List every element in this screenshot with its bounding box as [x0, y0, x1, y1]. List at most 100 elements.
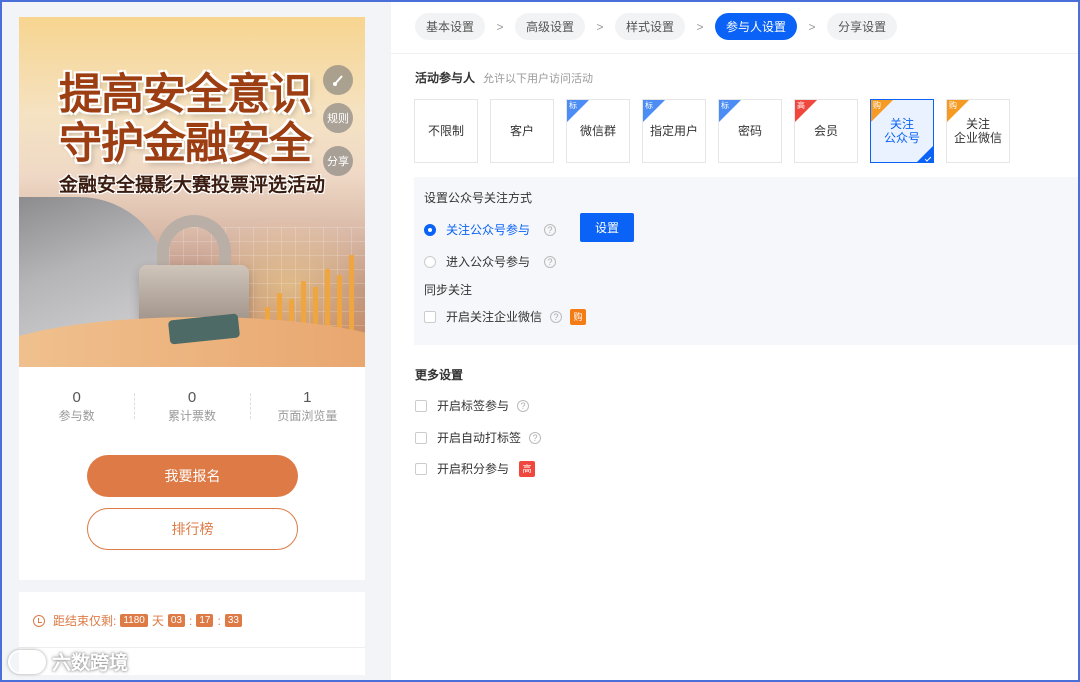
checkbox[interactable] [415, 399, 427, 412]
stat-label: 页面浏览量 [277, 409, 338, 423]
divider [391, 53, 1080, 54]
radio-follow-to-join[interactable]: 关注公众号参与 ? [424, 221, 557, 238]
step-basic[interactable]: 基本设置 [415, 13, 486, 40]
chevron-right-icon: > [808, 19, 816, 34]
chevron-right-icon: > [596, 19, 604, 34]
stats-row: 0 参与数 0 累计票数 1 页面浏览量 [19, 367, 365, 437]
banner-title-line2: 守护金融安全 [59, 119, 312, 169]
countdown-hours: 03 [167, 614, 185, 627]
radio-enter-to-join[interactable]: 进入公众号参与 ? [424, 253, 557, 270]
radio-button[interactable] [424, 255, 436, 268]
stats-card: 0 参与数 0 累计票数 1 页面浏览量 我要报名 排行榜 [19, 367, 365, 580]
corner-badge-text: 高 [797, 101, 805, 110]
chevron-right-icon: > [496, 19, 504, 34]
corner-badge-text: 购 [873, 101, 881, 110]
option-unrestricted[interactable]: 不限制 [414, 99, 478, 163]
leaderboard-button[interactable]: 排行榜 [87, 508, 298, 550]
option-customer[interactable]: 客户 [490, 99, 554, 163]
checkbox-label: 开启自动打标签 [437, 431, 522, 445]
option-label: 指定用户 [649, 124, 698, 138]
watermark-text: 六数跨境 [52, 653, 129, 674]
step-advanced[interactable]: 高级设置 [515, 13, 586, 40]
option-member[interactable]: 高 会员 [794, 99, 858, 163]
stat-label: 参与数 [58, 409, 95, 423]
stat-pageviews: 1 页面浏览量 [249, 389, 365, 437]
option-password[interactable]: 标 密码 [718, 99, 782, 163]
countdown-colon: : [189, 613, 193, 628]
step-participants[interactable]: 参与人设置 [715, 13, 798, 40]
watermark-logo-icon [8, 649, 46, 674]
rules-button[interactable]: 规则 [323, 103, 353, 133]
corner-badge-text: 标 [569, 101, 577, 110]
countdown-seconds: 33 [224, 614, 242, 627]
points-participation-row[interactable]: 开启积分参与 高 [415, 460, 536, 477]
participants-section-title: 活动参与人 允许以下用户访问活动 [415, 69, 593, 86]
participant-options: 不限制 客户 标 微信群 标 指定用户 标 密码 高 会员 购 关注 公众号 购… [414, 99, 1010, 163]
option-follow-official-account[interactable]: 购 关注 公众号 [870, 99, 934, 163]
stat-value: 0 [72, 389, 81, 406]
option-label: 微信群 [579, 124, 616, 138]
help-icon[interactable]: ? [517, 399, 530, 412]
option-label: 会员 [813, 124, 838, 138]
stat-participants: 0 参与数 [19, 389, 134, 437]
step-share[interactable]: 分享设置 [827, 13, 898, 40]
follow-settings-panel: 设置公众号关注方式 关注公众号参与 ? 设置 进入公众号参与 ? 同步关注 开启… [414, 177, 1080, 345]
countdown-row: 距结束仅剩: 1180 天 03 : 17 : 33 [33, 612, 242, 629]
option-follow-wecom[interactable]: 购 关注 企业微信 [946, 99, 1010, 163]
banner-subtitle: 金融安全摄影大赛投票评选活动 [59, 174, 326, 196]
signup-button[interactable]: 我要报名 [87, 455, 298, 497]
countdown-colon: : [217, 613, 221, 628]
music-note-glyph [333, 75, 343, 86]
radio-button[interactable] [424, 223, 436, 236]
checkbox-label: 开启关注企业微信 [446, 310, 543, 324]
more-settings-title: 更多设置 [415, 368, 464, 382]
set-button[interactable]: 设置 [580, 213, 634, 242]
countdown-day-unit: 天 [151, 614, 164, 628]
help-icon[interactable]: ? [529, 431, 542, 444]
tag-participation-row[interactable]: 开启标签参与 ? [415, 397, 530, 414]
corner-badge-text: 标 [721, 101, 729, 110]
step-nav: 基本设置 > 高级设置 > 样式设置 > 参与人设置 > 分享设置 [415, 13, 898, 40]
help-icon[interactable]: ? [544, 255, 557, 268]
step-style[interactable]: 样式设置 [615, 13, 686, 40]
purchase-badge: 购 [570, 308, 587, 325]
phone-preview: 提高安全意识 守护金融安全 金融安全摄影大赛投票评选活动 规则 分享 0 参与数… [19, 17, 365, 675]
checkbox[interactable] [415, 462, 427, 475]
activity-banner: 提高安全意识 守护金融安全 金融安全摄影大赛投票评选活动 规则 分享 [19, 17, 365, 367]
checkbox[interactable] [415, 431, 427, 444]
clock-icon [33, 614, 45, 627]
sync-follow-title: 同步关注 [424, 283, 473, 297]
option-specified-users[interactable]: 标 指定用户 [642, 99, 706, 163]
help-icon[interactable]: ? [550, 310, 563, 323]
option-label: 客户 [509, 124, 534, 138]
stat-value: 1 [303, 389, 312, 406]
sync-wecom-checkbox-row[interactable]: 开启关注企业微信 ? 购 [424, 308, 587, 325]
radio-label: 进入公众号参与 [446, 255, 531, 269]
help-icon[interactable]: ? [544, 223, 557, 236]
music-icon[interactable] [323, 65, 353, 95]
stat-value: 0 [187, 389, 197, 406]
countdown-minutes: 17 [196, 614, 214, 627]
auto-tag-row[interactable]: 开启自动打标签 ? [415, 429, 542, 446]
corner-badge-text: 购 [949, 101, 957, 110]
stat-label: 累计票数 [167, 409, 216, 423]
checkbox-label: 开启积分参与 [437, 462, 510, 476]
option-label: 密码 [737, 124, 762, 138]
checkbox-label: 开启标签参与 [437, 399, 510, 413]
settings-panel: 基本设置 > 高级设置 > 样式设置 > 参与人设置 > 分享设置 活动参与人允… [391, 0, 1080, 682]
share-button[interactable]: 分享 [323, 146, 353, 176]
countdown-prefix: 距结束仅剩: [53, 614, 117, 628]
countdown-days: 1180 [120, 614, 148, 627]
option-wechat-group[interactable]: 标 微信群 [566, 99, 630, 163]
watermark: 六数跨境 [8, 648, 128, 675]
participants-title: 活动参与人 [415, 71, 476, 85]
option-label: 不限制 [427, 124, 464, 138]
banner-title-line1: 提高安全意识 [59, 70, 312, 120]
corner-badge-text: 标 [645, 101, 653, 110]
checkbox[interactable] [424, 310, 436, 323]
radio-label: 关注公众号参与 [446, 223, 531, 237]
stat-votes: 0 累计票数 [134, 389, 249, 437]
chevron-right-icon: > [696, 19, 704, 34]
follow-settings-title: 设置公众号关注方式 [424, 191, 533, 205]
participants-hint: 允许以下用户访问活动 [483, 73, 594, 85]
